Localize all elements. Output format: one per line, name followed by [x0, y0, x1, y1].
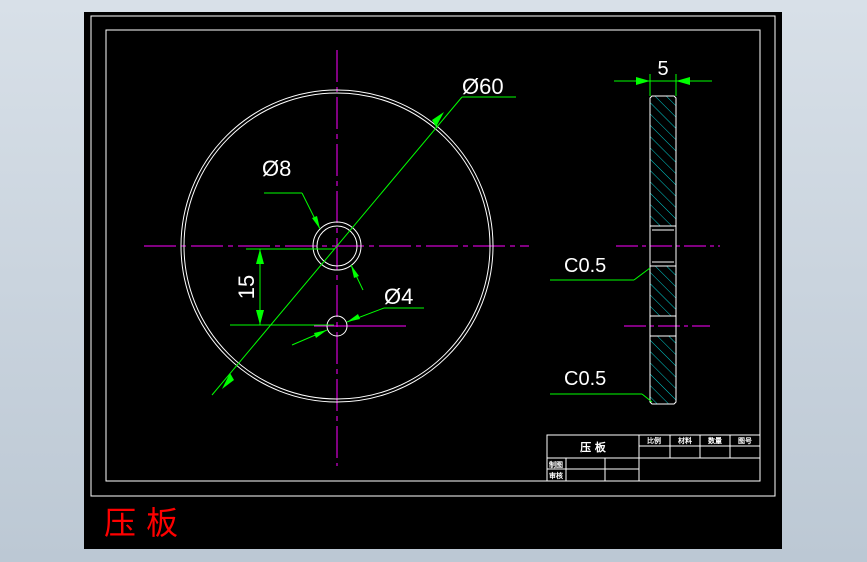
tb-header-material: 材料 [677, 436, 692, 445]
dim15-label: 15 [234, 275, 259, 299]
chamfer-upper-label: C0.5 [564, 255, 606, 277]
title-block-part-name: 压 板 [580, 440, 607, 454]
dia60-arrow-upper [432, 112, 444, 127]
outer-border [90, 15, 776, 497]
side-view: 5 C0.5 C0.5 [550, 58, 720, 405]
thickness-label: 5 [657, 58, 668, 80]
dia8-label: Ø8 [262, 156, 291, 181]
tb-header-quantity: 数量 [708, 436, 722, 445]
tb-header-scale: 比例 [647, 436, 661, 445]
side-body-lower [649, 335, 677, 405]
front-view: Ø60 Ø8 Ø4 15 [144, 50, 529, 466]
tb-row-checked: 审核 [549, 471, 563, 480]
chamfer-lower-label: C0.5 [564, 368, 606, 390]
drawing-title: 压 板 [104, 504, 178, 542]
dia60-label: Ø60 [462, 74, 504, 99]
side-body-middle [649, 265, 677, 317]
tb-row-drawn: 制图 [549, 460, 563, 469]
side-body-upper [649, 95, 677, 227]
cad-drawing: Ø60 Ø8 Ø4 15 5 C0.5 C0.5 压 板 比例 材料 数量 图号… [90, 15, 776, 542]
title-block: 压 板 比例 材料 数量 图号 制图 审核 [546, 434, 761, 482]
drawing-sheet: Ø60 Ø8 Ø4 15 5 C0.5 C0.5 压 板 比例 材料 数量 图号… [84, 12, 782, 549]
tb-header-drawing-no: 图号 [738, 436, 752, 445]
dia4-label: Ø4 [384, 284, 413, 309]
